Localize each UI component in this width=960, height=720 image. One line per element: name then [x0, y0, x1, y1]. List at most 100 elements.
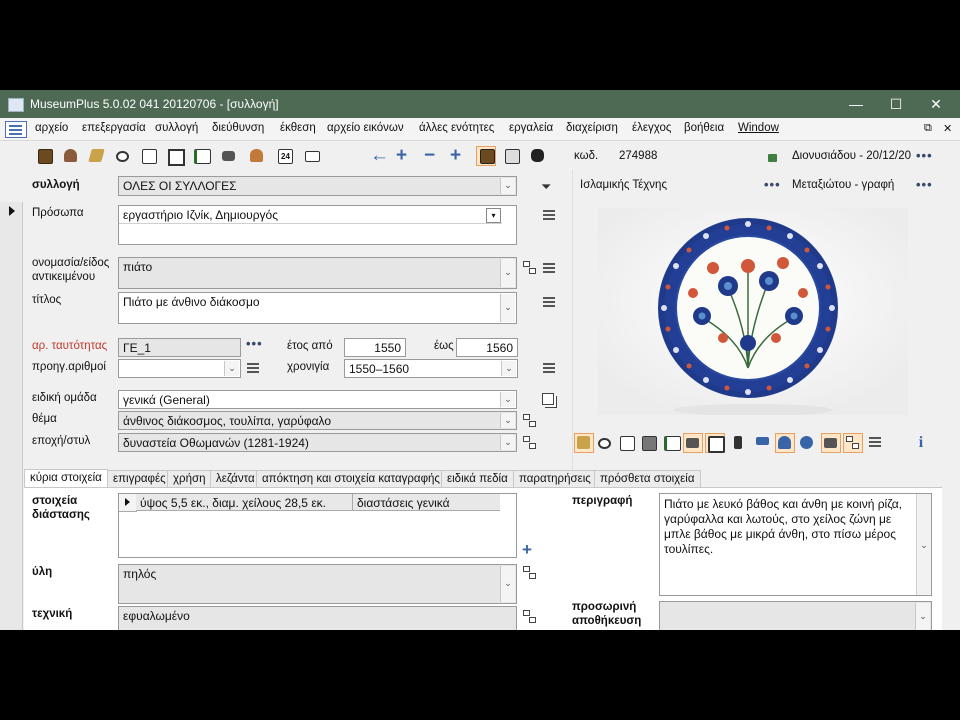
books-icon[interactable]	[88, 147, 106, 165]
camera-icon[interactable]	[220, 147, 238, 165]
person-icon[interactable]	[62, 147, 80, 165]
eye-icon[interactable]	[596, 434, 614, 452]
era-style-field[interactable]: δυναστεία Οθωμανών (1281-1924) ⌄	[118, 433, 517, 452]
binoculars-icon[interactable]	[529, 147, 547, 165]
tab-inscriptions[interactable]: επιγραφές	[107, 470, 172, 487]
tab-use[interactable]: χρήση	[167, 470, 212, 487]
close-button[interactable]: ✕	[916, 92, 956, 116]
menu-tools[interactable]: εργαλεία	[509, 122, 553, 134]
author-more-icon[interactable]: •••	[916, 177, 933, 192]
eye-icon[interactable]	[114, 147, 132, 165]
maximize-button[interactable]: ☐	[876, 92, 916, 116]
mdi-close-icon[interactable]: ✕	[943, 122, 952, 135]
menu-file[interactable]: αρχείο	[35, 122, 68, 134]
info-icon[interactable]: i	[912, 434, 930, 452]
id-number-field[interactable]: ΓΕ_1	[118, 338, 241, 357]
menu-image-archive[interactable]: αρχείο εικόνων	[327, 122, 404, 134]
chevron-down-icon[interactable]: ⌄	[500, 178, 515, 194]
filter-icon[interactable]: ⏷	[541, 179, 551, 195]
description-scrollbar[interactable]: ⌄	[916, 494, 931, 595]
object-photo[interactable]	[598, 208, 908, 416]
checklist-icon[interactable]	[662, 434, 681, 452]
persons-menu-icon[interactable]	[543, 210, 555, 212]
tab-special-fields[interactable]: ειδικά πεδία	[441, 470, 514, 487]
add-item-icon[interactable]: +	[450, 146, 461, 166]
id-more-icon[interactable]: •••	[246, 336, 263, 351]
books-icon[interactable]	[574, 433, 594, 453]
box-icon[interactable]	[640, 434, 658, 452]
tree-icon[interactable]	[843, 433, 863, 453]
tag-icon[interactable]	[775, 433, 795, 453]
previous-numbers-field[interactable]: ⌄	[118, 359, 241, 378]
title-menu-icon[interactable]	[543, 297, 555, 299]
chevron-down-icon[interactable]: ⌄	[500, 392, 515, 407]
dimension-type-cell[interactable]: διαστάσεις γενικά	[353, 494, 500, 511]
chevron-down-icon[interactable]: ⌄	[500, 435, 515, 450]
menu-exhibition[interactable]: έκθεση	[280, 122, 316, 134]
menu-other-modules[interactable]: άλλες ενότητες	[419, 122, 494, 134]
remove-record-icon[interactable]: −	[424, 146, 435, 166]
era-tree-icon[interactable]	[523, 436, 536, 449]
chevron-down-icon[interactable]: ⌄	[500, 566, 515, 602]
special-group-select[interactable]: γενικά (General) ⌄	[118, 390, 517, 409]
department-more-icon[interactable]: •••	[764, 177, 781, 192]
list-icon[interactable]	[866, 434, 884, 452]
material-field[interactable]: πηλός ⌄	[118, 564, 517, 604]
object-name-field[interactable]: πιάτο ⌄	[118, 257, 517, 289]
form-menu-icon[interactable]	[5, 121, 27, 138]
menu-administration[interactable]: διαχείριση	[566, 122, 618, 134]
film-icon[interactable]	[476, 146, 496, 166]
chronology-field[interactable]: 1550–1560 ⌄	[344, 359, 518, 378]
object-name-menu-icon[interactable]	[543, 263, 555, 265]
chevron-down-icon[interactable]: ⌄	[501, 361, 516, 376]
chronology-menu-icon[interactable]	[543, 363, 555, 365]
copy-icon[interactable]	[542, 393, 554, 405]
collection-select[interactable]: ΟΛΕΣ ΟΙ ΣΥΛΛΟΓΕΣ ⌄	[118, 176, 517, 196]
document-icon[interactable]	[140, 147, 158, 165]
menu-address[interactable]: διεύθυνση	[212, 122, 264, 134]
title-field[interactable]: Πιάτο με άνθινο διάκοσμο ⌄	[118, 292, 517, 324]
flag-icon[interactable]	[754, 434, 772, 452]
minimize-button[interactable]: —	[836, 92, 876, 116]
camera-icon[interactable]	[683, 433, 703, 453]
tab-caption[interactable]: λεζάντα	[210, 470, 261, 487]
printer-icon[interactable]	[503, 147, 521, 165]
menu-collection[interactable]: συλλογή	[155, 122, 198, 134]
chevron-down-icon[interactable]: ⌄	[224, 361, 239, 376]
technique-tree-icon[interactable]	[523, 610, 536, 623]
house-icon[interactable]	[705, 433, 725, 453]
group-icon[interactable]	[248, 147, 266, 165]
previous-record-icon[interactable]: ←	[370, 146, 389, 166]
mdi-restore-icon[interactable]: ⧉	[924, 122, 932, 135]
tab-additional[interactable]: πρόσθετα στοιχεία	[594, 470, 701, 487]
chevron-down-icon[interactable]: ⌄	[500, 294, 515, 322]
eye-circle-icon[interactable]	[798, 434, 816, 452]
technique-field[interactable]: εφυαλωμένο	[118, 606, 517, 630]
menu-window[interactable]: Window	[738, 122, 779, 134]
chevron-down-icon[interactable]: ⌄	[500, 413, 515, 428]
description-field[interactable]: Πιάτο με λευκό βάθος και άνθη με κοινή ρ…	[659, 493, 932, 596]
camera-icon[interactable]	[821, 433, 841, 453]
mail-icon[interactable]	[303, 147, 321, 165]
persons-field[interactable]: εργαστήριο Ιζνίκ, Δημιουργός ▾	[118, 205, 517, 245]
ruler-icon[interactable]	[730, 434, 748, 452]
house-icon[interactable]	[166, 147, 185, 166]
persons-dropdown-icon[interactable]: ▾	[486, 208, 501, 223]
previous-numbers-menu-icon[interactable]	[247, 363, 259, 365]
menu-check[interactable]: έλεγχος	[632, 122, 671, 134]
menu-edit[interactable]: επεξεργασία	[82, 122, 146, 134]
chevron-down-icon[interactable]: ⌄	[915, 603, 930, 630]
more-options-icon[interactable]: •••	[916, 148, 933, 163]
menu-help[interactable]: βοήθεια	[684, 122, 724, 134]
add-dimension-icon[interactable]: +	[522, 541, 532, 558]
tab-main[interactable]: κύρια στοιχεία	[24, 469, 108, 488]
temp-storage-field[interactable]: ⌄	[659, 601, 932, 630]
theme-field[interactable]: άνθινος διάκοσμος, τουλίπα, γαρύφαλο ⌄	[118, 411, 517, 430]
book-icon[interactable]	[36, 147, 54, 165]
material-tree-icon[interactable]	[523, 566, 536, 579]
year-to-field[interactable]: 1560	[456, 338, 518, 357]
tab-remarks[interactable]: παρατηρήσεις	[513, 470, 597, 487]
calendar-icon[interactable]: 24	[276, 147, 294, 165]
chevron-down-icon[interactable]: ⌄	[500, 259, 515, 287]
add-record-icon[interactable]: +	[396, 146, 407, 166]
